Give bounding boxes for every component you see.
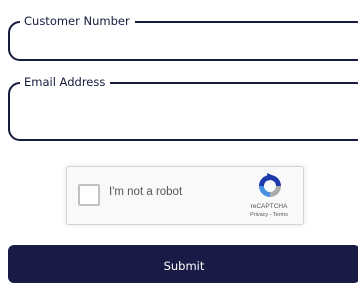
customer-number-field[interactable]: Customer Number — [8, 13, 358, 61]
recaptcha-brand: reCAPTCHA — [250, 203, 288, 210]
recaptcha-label: I'm not a robot — [109, 186, 183, 198]
recaptcha-links: Privacy - Terms — [239, 212, 299, 219]
customer-number-label: Customer Number — [20, 13, 135, 29]
submit-button[interactable]: Submit — [8, 245, 358, 283]
recaptcha-checkbox[interactable] — [78, 184, 100, 206]
email-address-input[interactable] — [18, 94, 322, 116]
email-address-label: Email Address — [20, 74, 111, 90]
email-address-field[interactable]: Email Address — [8, 74, 358, 141]
recaptcha-privacy-link[interactable]: Privacy — [250, 212, 268, 218]
recaptcha-terms-link[interactable]: Terms — [273, 212, 288, 218]
recaptcha-logo-icon — [259, 173, 281, 197]
recaptcha-widget: I'm not a robot reCAPTCHA Privacy - Term… — [66, 166, 304, 225]
customer-number-input[interactable] — [18, 33, 322, 55]
